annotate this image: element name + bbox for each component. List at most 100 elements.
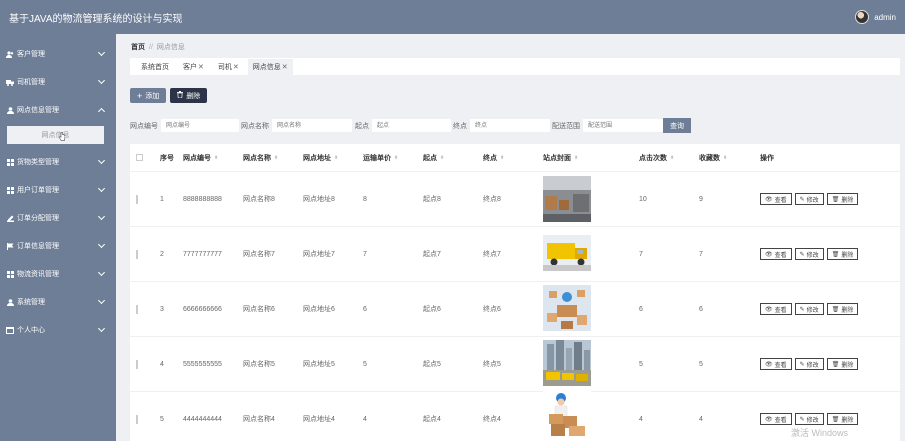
row-actions: 👁 查看 ✎ 修改 🗑 删除 [760,413,859,425]
delete-row-button[interactable]: 🗑 删除 [826,303,859,315]
sort-icon[interactable]: ⬍ [723,155,727,161]
top-bar: 基于JAVA的物流管理系统的设计与实现 admin [0,0,905,34]
end-input[interactable] [470,119,550,132]
edit-icon: ✎ [799,251,805,258]
sidebar-item-outlets[interactable]: 网点信息管理 [0,96,116,124]
user-icon [6,298,14,306]
query-button[interactable]: 查询 [663,118,691,133]
sidebar-item-drivers[interactable]: 司机管理 [0,68,116,96]
row-checkbox[interactable] [136,359,138,369]
username[interactable]: admin [874,13,896,22]
view-button[interactable]: 👁 查看 [760,358,792,370]
row-actions: 👁 查看 ✎ 修改 🗑 删除 [760,303,859,315]
sort-icon[interactable]: ⬍ [670,155,674,161]
outlet-name-input[interactable] [272,119,352,132]
edit-button[interactable]: ✎ 修改 [794,193,824,205]
filter-label-range: 配送范围 [552,122,580,130]
chevron-down-icon [97,212,106,221]
table-row: 4 5555555555 网点名称5 网点地址5 5 起点5 终点5 5 5 👁… [130,337,900,392]
sort-icon[interactable]: ⬍ [574,155,578,161]
select-all-checkbox[interactable] [136,154,143,161]
sort-icon[interactable]: ⬍ [274,155,278,161]
delete-button[interactable]: 删除 [170,88,208,103]
view-button[interactable]: 👁 查看 [760,303,792,315]
tab-outlet-info[interactable]: 网点信息 ✕ [247,58,293,75]
table-header: 序号 网点编号 ⬍ 网点名称 ⬍ 网点地址 ⬍ 运输单价 ⬍ 起点 ⬍ 终点 ⬍ 站点封面 ⬍… [130,144,900,172]
search-filters: 网点编号 网点名称 起点 终点 配送范围 查询 [130,118,691,133]
col-header: 网点地址 ⬍ [303,154,339,162]
edit-button[interactable]: ✎ 修改 [794,248,824,260]
tab-customers[interactable]: 客户 ✕ [178,59,209,75]
outlet-no-input[interactable] [161,119,239,132]
col-header: 操作 [760,154,774,162]
row-actions: 👁 查看 ✎ 修改 🗑 删除 [760,248,859,260]
delete-row-button[interactable]: 🗑 删除 [826,413,859,425]
cover-image-city-trucks[interactable] [543,340,591,386]
submenu-outlets: 网点信息 [0,124,116,148]
breadcrumb: 首页 //网点信息 [131,42,185,52]
view-button[interactable]: 👁 查看 [760,193,792,205]
delete-row-button[interactable]: 🗑 删除 [826,193,859,205]
avatar[interactable] [855,10,870,24]
edit-button[interactable]: ✎ 修改 [794,413,824,425]
cover-image-parcels[interactable] [543,285,591,331]
user-menu[interactable]: admin [855,10,896,24]
sort-icon[interactable]: ⬍ [334,155,338,161]
sidebar-item-order-assignment[interactable]: 订单分配管理 [0,204,116,232]
people-icon [6,50,14,58]
table-row: 3 6666666666 网点名称6 网点地址6 6 起点6 终点6 6 6 👁… [130,282,900,337]
edit-icon [6,214,14,222]
sidebar-item-user-orders[interactable]: 用户订单管理 [0,176,116,204]
sidebar-item-customers[interactable]: 客户管理 [0,40,116,68]
row-actions: 👁 查看 ✎ 修改 🗑 删除 [760,193,859,205]
col-header: 收藏数 ⬍ [699,154,728,162]
sidebar-item-profile[interactable]: 个人中心 [0,316,116,344]
outlet-table: 序号 网点编号 ⬍ 网点名称 ⬍ 网点地址 ⬍ 运输单价 ⬍ 起点 ⬍ 终点 ⬍ 站点封面 ⬍… [130,144,900,441]
edit-button[interactable]: ✎ 修改 [794,358,824,370]
row-checkbox[interactable] [136,194,138,204]
cover-image-truck[interactable] [543,235,591,271]
view-button[interactable]: 👁 查看 [760,413,792,425]
row-checkbox[interactable] [136,304,138,314]
eye-icon: 👁 [765,306,773,313]
sort-icon[interactable]: ⬍ [440,155,444,161]
close-icon[interactable]: ✕ [282,63,288,71]
delete-row-button[interactable]: 🗑 删除 [826,358,859,370]
col-header: 网点名称 ⬍ [243,154,279,162]
row-checkbox[interactable] [136,249,138,259]
eye-icon: 👁 [765,196,773,203]
close-icon[interactable]: ✕ [233,63,239,71]
range-input[interactable] [583,119,663,132]
sort-icon[interactable]: ⬍ [394,155,398,161]
edit-button[interactable]: ✎ 修改 [794,303,824,315]
card-icon [6,326,14,334]
close-icon[interactable]: ✕ [198,63,204,71]
breadcrumb-home[interactable]: 首页 [131,44,145,51]
sidebar-item-system[interactable]: 系统管理 [0,288,116,316]
add-button[interactable]: + 添加 [130,88,167,103]
trash-icon: 🗑 [831,416,840,423]
start-input[interactable] [372,119,451,132]
col-header: 终点 ⬍ [483,154,505,162]
edit-icon: ✎ [799,196,805,203]
action-buttons: + 添加 删除 [130,88,208,103]
cover-image-courier[interactable] [543,390,591,436]
chevron-up-icon [97,107,106,116]
trash-icon: 🗑 [831,361,840,368]
tab-home[interactable]: 系统首页 [136,59,174,75]
view-button[interactable]: 👁 查看 [760,248,792,260]
truck-icon [6,78,14,86]
tab-drivers[interactable]: 司机 ✕ [213,59,244,75]
main-content: 首页 //网点信息 系统首页 客户 ✕ 司机 ✕ 网点信息 ✕ + 添加 删除 网点编号 … [116,34,905,441]
cover-image-warehouse[interactable] [543,176,591,222]
sidebar: 客户管理 司机管理 网点信息管理 网点信息 货物类型管理 用户订单管理 订单分配… [0,34,116,441]
row-checkbox[interactable] [136,414,138,424]
sort-icon[interactable]: ⬍ [214,155,218,161]
sidebar-subitem-outlet-info[interactable]: 网点信息 [7,126,104,144]
sidebar-item-logistics-news[interactable]: 物流资讯管理 [0,260,116,288]
col-header: 序号 [160,154,174,162]
sort-icon[interactable]: ⬍ [500,155,504,161]
delete-row-button[interactable]: 🗑 删除 [826,248,859,260]
sidebar-item-order-info[interactable]: 订单信息管理 [0,232,116,260]
sidebar-item-goods-types[interactable]: 货物类型管理 [0,148,116,176]
